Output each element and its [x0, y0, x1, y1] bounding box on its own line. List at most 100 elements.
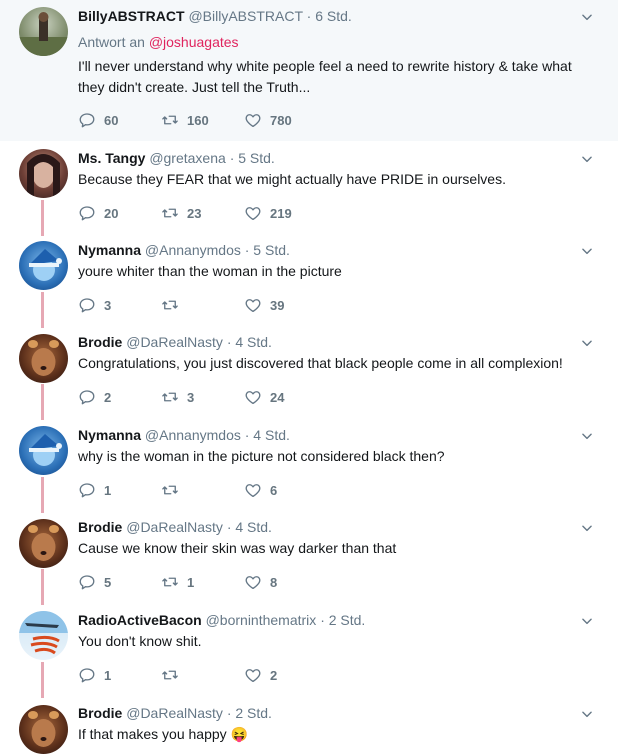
reply-button[interactable]: 60: [78, 111, 118, 129]
reply-button[interactable]: 5: [78, 573, 111, 591]
avatar[interactable]: [19, 705, 68, 754]
user-handle[interactable]: @Annanymdos: [145, 427, 241, 443]
display-name[interactable]: Nymanna: [78, 242, 141, 258]
tweet-text: I'll never understand why white people f…: [78, 58, 572, 95]
retweet-icon: [161, 111, 179, 129]
avatar[interactable]: [19, 241, 68, 290]
tweet[interactable]: Nymanna @Annanymdos · 5 Std. youre white…: [0, 233, 618, 325]
tweet-text: Congratulations, you just discovered tha…: [78, 355, 563, 371]
retweet-button[interactable]: 160: [161, 111, 209, 129]
avatar[interactable]: [19, 611, 68, 660]
like-button[interactable]: 219: [244, 204, 292, 222]
avatar[interactable]: [19, 426, 68, 475]
display-name[interactable]: Brodie: [78, 519, 122, 535]
reply-button[interactable]: 2: [78, 388, 111, 406]
retweet-count: 23: [187, 205, 202, 221]
chevron-down-icon[interactable]: [580, 152, 594, 166]
reply-to-link[interactable]: @joshuagates: [149, 34, 239, 50]
chevron-down-icon[interactable]: [580, 707, 594, 721]
display-name[interactable]: Ms. Tangy: [78, 150, 145, 166]
timestamp[interactable]: · 4 Std.: [245, 427, 290, 443]
chevron-down-icon[interactable]: [580, 521, 594, 535]
user-handle[interactable]: @borninthematrix: [206, 612, 317, 628]
tweet-header: Brodie @DaRealNasty · 4 Std.: [78, 519, 272, 535]
tweet-header: Brodie @DaRealNasty · 2 Std.: [78, 705, 272, 721]
retweet-button[interactable]: [161, 481, 187, 499]
retweet-button[interactable]: [161, 666, 187, 684]
avatar-image: [29, 249, 62, 281]
tweet[interactable]: RadioActiveBacon @borninthematrix · 2 St…: [0, 603, 618, 696]
retweet-button[interactable]: [161, 296, 187, 314]
retweet-button[interactable]: 23: [161, 204, 201, 222]
like-icon: [244, 481, 262, 499]
reply-button[interactable]: 3: [78, 296, 111, 314]
like-button[interactable]: 8: [244, 573, 277, 591]
retweet-icon: [161, 666, 179, 684]
tweet[interactable]: Nymanna @Annanymdos · 4 Std. why is the …: [0, 418, 618, 510]
avatar[interactable]: [19, 149, 68, 198]
retweet-icon: [161, 573, 179, 591]
reply-button[interactable]: 1: [78, 666, 111, 684]
tweet-text: why is the woman in the picture not cons…: [78, 448, 445, 464]
like-icon: [244, 296, 262, 314]
avatar[interactable]: [19, 7, 68, 56]
reply-button[interactable]: 20: [78, 204, 118, 222]
tweet[interactable]: BillyABSTRACT @BillyABSTRACT · 6 Std. An…: [0, 0, 618, 141]
retweet-count: 160: [187, 112, 209, 128]
reply-label: Antwort an: [78, 34, 145, 50]
display-name[interactable]: BillyABSTRACT: [78, 8, 185, 24]
tweet-header: BillyABSTRACT @BillyABSTRACT · 6 Std.: [78, 8, 352, 24]
tweet-header: Nymanna @Annanymdos · 5 Std.: [78, 242, 290, 258]
retweet-count: 1: [187, 574, 195, 590]
like-icon: [244, 204, 262, 222]
user-handle[interactable]: @gretaxena: [149, 150, 225, 166]
retweet-button[interactable]: 3: [161, 388, 194, 406]
user-handle[interactable]: @BillyABSTRACT: [188, 8, 302, 24]
display-name[interactable]: Nymanna: [78, 427, 141, 443]
display-name[interactable]: Brodie: [78, 334, 122, 350]
chevron-down-icon[interactable]: [580, 336, 594, 350]
retweet-icon: [161, 296, 179, 314]
avatar[interactable]: [19, 334, 68, 383]
like-button[interactable]: 780: [244, 111, 292, 129]
reply-button[interactable]: 1: [78, 481, 111, 499]
tweet-header: RadioActiveBacon @borninthematrix · 2 St…: [78, 612, 365, 628]
reply-icon: [78, 666, 96, 684]
reply-icon: [78, 481, 96, 499]
chevron-down-icon[interactable]: [580, 614, 594, 628]
avatar-image: [19, 12, 68, 56]
tweet[interactable]: Ms. Tangy @gretaxena · 5 Std. Because th…: [0, 141, 618, 233]
reply-icon: [78, 204, 96, 222]
like-button[interactable]: 2: [244, 666, 277, 684]
timestamp[interactable]: · 5 Std.: [230, 150, 275, 166]
display-name[interactable]: RadioActiveBacon: [78, 612, 202, 628]
reply-icon: [78, 388, 96, 406]
timestamp[interactable]: · 4 Std.: [227, 519, 272, 535]
user-handle[interactable]: @Annanymdos: [145, 242, 241, 258]
user-handle[interactable]: @DaRealNasty: [126, 334, 223, 350]
retweet-icon: [161, 388, 179, 406]
like-count: 219: [270, 205, 292, 221]
like-button[interactable]: 6: [244, 481, 277, 499]
timestamp[interactable]: · 6 Std.: [307, 8, 352, 24]
timestamp[interactable]: · 2 Std.: [227, 705, 272, 721]
avatar-image: [27, 154, 60, 198]
tweet[interactable]: Brodie @DaRealNasty · 4 Std. Cause we kn…: [0, 510, 618, 603]
avatar-image: [29, 434, 62, 466]
display-name[interactable]: Brodie: [78, 705, 122, 721]
chevron-down-icon[interactable]: [580, 244, 594, 258]
like-button[interactable]: 39: [244, 296, 284, 314]
chevron-down-icon[interactable]: [580, 10, 594, 24]
tweet[interactable]: Brodie @DaRealNasty · 4 Std. Congratulat…: [0, 325, 618, 418]
timestamp[interactable]: · 2 Std.: [320, 612, 365, 628]
like-button[interactable]: 24: [244, 388, 284, 406]
user-handle[interactable]: @DaRealNasty: [126, 519, 223, 535]
reply-context: Antwort an @joshuagates: [78, 34, 239, 50]
timestamp[interactable]: · 5 Std.: [245, 242, 290, 258]
avatar[interactable]: [19, 519, 68, 568]
chevron-down-icon[interactable]: [580, 429, 594, 443]
user-handle[interactable]: @DaRealNasty: [126, 705, 223, 721]
retweet-button[interactable]: 1: [161, 573, 194, 591]
tweet[interactable]: Brodie @DaRealNasty · 2 Std. If that mak…: [0, 696, 618, 755]
timestamp[interactable]: · 4 Std.: [227, 334, 272, 350]
